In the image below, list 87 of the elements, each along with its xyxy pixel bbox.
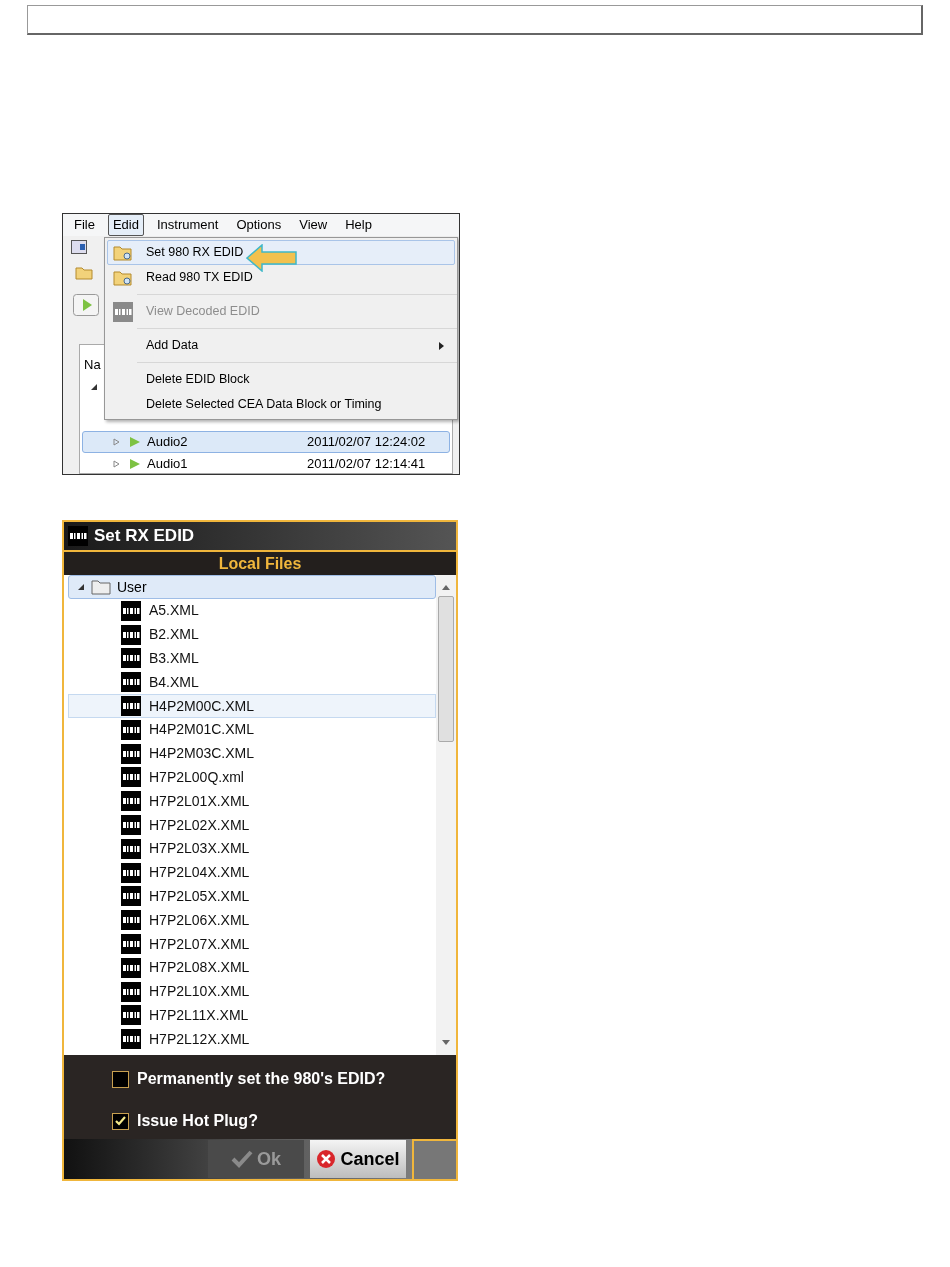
file-row[interactable]: H7P2L01X.XML bbox=[68, 789, 436, 814]
menu-bar-item[interactable]: File bbox=[69, 214, 100, 236]
row-date: 2011/02/07 12:24:02 bbox=[307, 433, 426, 452]
play-icon bbox=[129, 436, 141, 448]
folder-row[interactable]: User bbox=[68, 575, 436, 599]
checkbox[interactable] bbox=[112, 1070, 129, 1088]
menu-item[interactable]: Delete EDID Block bbox=[107, 367, 455, 392]
tree-row[interactable]: Audio1 2011/02/07 12:14:41 bbox=[82, 453, 450, 474]
checkbox-label: Issue Hot Plug? bbox=[137, 1111, 258, 1131]
window-tab-icon bbox=[71, 240, 87, 254]
expand-triangle-icon bbox=[77, 583, 85, 591]
edid-file-icon bbox=[121, 957, 141, 978]
edid-file-icon bbox=[121, 696, 141, 717]
scroll-thumb[interactable] bbox=[438, 596, 454, 742]
file-row[interactable]: H7P2L10X.XML bbox=[68, 979, 436, 1004]
menu-bar-item[interactable]: Edid bbox=[107, 214, 144, 236]
file-row[interactable]: H7P2L03X.XML bbox=[68, 836, 436, 861]
dialog-title: Set RX EDID bbox=[94, 525, 195, 548]
scroll-up-icon[interactable] bbox=[442, 584, 450, 590]
menu-bar-item[interactable]: Help bbox=[340, 214, 377, 236]
collapsed-triangle-icon bbox=[113, 438, 121, 446]
file-row[interactable]: H4P2M03C.XML bbox=[68, 741, 436, 766]
edid-file-icon bbox=[113, 301, 133, 322]
edid-file-icon bbox=[121, 1029, 141, 1050]
file-row[interactable]: H7P2L12X.XML bbox=[68, 1027, 436, 1052]
menu-item[interactable]: Read 980 TX EDID bbox=[107, 265, 455, 290]
play-icon bbox=[129, 458, 141, 470]
cancel-icon bbox=[316, 1149, 337, 1169]
file-row[interactable]: H7P2L00Q.xml bbox=[68, 765, 436, 790]
edid-file-icon bbox=[68, 526, 88, 546]
row-name: Audio1 bbox=[147, 455, 189, 474]
row-date: 2011/02/07 12:14:41 bbox=[307, 455, 426, 474]
edid-file-icon bbox=[121, 815, 141, 836]
file-row[interactable]: H4P2M00C.XML bbox=[68, 694, 436, 718]
file-row[interactable]: A5.XML bbox=[68, 599, 436, 623]
edid-file-icon bbox=[121, 672, 141, 693]
tree-row[interactable]: Audio2 2011/02/07 12:24:02 bbox=[82, 431, 450, 453]
folder-search-icon bbox=[113, 268, 133, 287]
scroll-down-icon[interactable] bbox=[442, 1040, 450, 1046]
file-row[interactable]: B2.XML bbox=[68, 622, 436, 647]
file-row[interactable]: H4P2M01C.XML bbox=[68, 718, 436, 742]
menu-item[interactable]: Add Data bbox=[107, 333, 455, 358]
edid-file-icon bbox=[121, 600, 141, 621]
file-row[interactable]: H7P2L11X.XML bbox=[68, 1003, 436, 1028]
edid-file-icon bbox=[121, 719, 141, 740]
menu-bar-item[interactable]: Options bbox=[231, 214, 287, 236]
expand-triangle-icon bbox=[90, 383, 98, 391]
edid-file-icon bbox=[121, 934, 141, 955]
check-icon bbox=[115, 1116, 126, 1126]
play-button-icon bbox=[73, 294, 99, 316]
edid-file-icon bbox=[121, 862, 141, 883]
edid-file-icon bbox=[121, 648, 141, 669]
menu-bar-item[interactable]: Instrument bbox=[152, 214, 224, 236]
edid-file-icon bbox=[121, 1005, 141, 1026]
file-row[interactable]: H7P2L07X.XML bbox=[68, 932, 436, 956]
menu-item[interactable]: Delete Selected CEA Data Block or Timing bbox=[107, 392, 455, 417]
file-row[interactable]: H7P2L02X.XML bbox=[68, 813, 436, 837]
collapsed-triangle-icon bbox=[113, 460, 121, 468]
row-name: Audio2 bbox=[147, 433, 189, 452]
folder-icon bbox=[91, 579, 111, 595]
checkbox[interactable] bbox=[112, 1112, 129, 1130]
edid-file-icon bbox=[121, 791, 141, 812]
folder-icon bbox=[75, 266, 93, 280]
edid-file-icon bbox=[121, 624, 141, 645]
file-row[interactable]: H7P2L08X.XML bbox=[68, 955, 436, 980]
pointer-arrow-icon bbox=[246, 244, 298, 272]
file-row[interactable]: H7P2L05X.XML bbox=[68, 884, 436, 909]
check-icon bbox=[231, 1150, 253, 1168]
edid-file-icon bbox=[121, 767, 141, 788]
edid-file-icon bbox=[121, 910, 141, 931]
column-header: Na bbox=[83, 356, 102, 374]
edid-file-icon bbox=[121, 838, 141, 859]
file-row[interactable]: H7P2L06X.XML bbox=[68, 908, 436, 933]
menu-bar-item[interactable]: View bbox=[294, 214, 333, 236]
edid-file-icon bbox=[121, 743, 141, 764]
folder-search-icon bbox=[113, 243, 133, 262]
cancel-button[interactable]: Cancel bbox=[310, 1140, 406, 1178]
checkbox-label: Permanently set the 980's EDID? bbox=[137, 1069, 386, 1089]
edid-file-icon bbox=[121, 886, 141, 907]
section-header: Local Files bbox=[64, 550, 456, 575]
menu-item[interactable]: Set 980 RX EDID bbox=[107, 240, 455, 265]
scrollbar[interactable] bbox=[436, 575, 456, 1055]
submenu-arrow-icon bbox=[439, 341, 444, 350]
file-row[interactable]: B3.XML bbox=[68, 646, 436, 671]
edid-file-icon bbox=[121, 981, 141, 1002]
file-row[interactable]: H7P2L04X.XML bbox=[68, 860, 436, 885]
file-row[interactable]: B4.XML bbox=[68, 670, 436, 695]
